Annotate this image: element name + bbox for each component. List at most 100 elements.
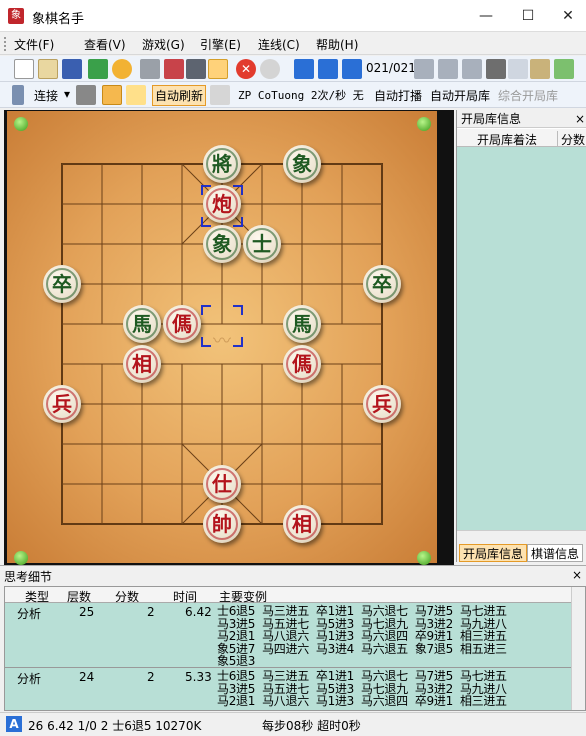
status-bar: A 26 6.42 1/0 2 士6退5 10270K 每步08秒 超时0秒 bbox=[0, 712, 586, 736]
piece-soldier[interactable]: 卒 bbox=[363, 265, 401, 303]
menu-view[interactable]: 查看(V) bbox=[84, 36, 126, 53]
indicator-bottom-left-icon bbox=[14, 551, 28, 565]
menu-engine[interactable]: 引擎(E) bbox=[200, 36, 241, 53]
piece-soldier[interactable]: 兵 bbox=[363, 385, 401, 423]
analysis-panel: 思考细节 × 类型 层数 分数 时间 主要变例 分析 25 2 6.42 士6退… bbox=[0, 565, 586, 712]
piece-elephant[interactable]: 象 bbox=[283, 145, 321, 183]
refresh-icon[interactable] bbox=[210, 85, 230, 105]
move-marker bbox=[201, 305, 211, 315]
auto-opening-button[interactable]: 自动开局库 bbox=[430, 87, 490, 104]
next-move-icon[interactable] bbox=[414, 59, 434, 79]
prev-move-icon[interactable] bbox=[342, 59, 362, 79]
settings-icon[interactable] bbox=[554, 59, 574, 79]
menu-bar: 文件(F) 查看(V) 游戏(G) 引擎(E) 连线(C) 帮助(H) bbox=[0, 33, 586, 55]
piece-elephant[interactable]: 象 bbox=[203, 225, 241, 263]
board-frame: 〰 將 象 炮 象 士 卒 卒 馬 傌 馬 相 傌 兵 兵 仕 帥 相 bbox=[4, 110, 454, 565]
tab-game-info[interactable]: 棋谱信息 bbox=[527, 544, 584, 562]
piece-horse[interactable]: 馬 bbox=[283, 305, 321, 343]
maximize-button[interactable]: ☐ bbox=[508, 4, 548, 28]
open-file-icon[interactable] bbox=[38, 59, 58, 79]
panel-tabs: 开局库信息 棋谱信息 bbox=[457, 544, 586, 562]
auto-refresh-button[interactable]: 自动刷新 bbox=[152, 85, 207, 106]
bulb-icon[interactable] bbox=[102, 85, 122, 105]
chevron-down-icon[interactable]: ▾ bbox=[64, 87, 70, 101]
row-score: 2 bbox=[147, 605, 155, 619]
status-badge: A bbox=[6, 716, 22, 732]
row-score: 2 bbox=[147, 670, 155, 684]
col-opening-move[interactable]: 开局库着法 bbox=[477, 131, 537, 148]
last-move-icon[interactable] bbox=[462, 59, 482, 79]
piece-general[interactable]: 帥 bbox=[203, 505, 241, 543]
piece-advisor[interactable]: 仕 bbox=[203, 465, 241, 503]
piece-soldier[interactable]: 兵 bbox=[43, 385, 81, 423]
row-variation: 士6退5 马三进五 卒1进1 马六退七 马7进5 马七进五 马3进5 马五进七 … bbox=[217, 669, 507, 708]
move-marker bbox=[201, 337, 211, 347]
col-opening-score[interactable]: 分数 bbox=[557, 131, 585, 148]
engine-status: ZP CoTuong 2次/秒 无 bbox=[238, 89, 364, 102]
puzzle-icon[interactable] bbox=[88, 59, 108, 79]
col-score[interactable]: 分数 bbox=[115, 588, 139, 605]
col-depth[interactable]: 层数 bbox=[67, 588, 91, 605]
col-type[interactable]: 类型 bbox=[25, 588, 49, 605]
save-icon[interactable] bbox=[62, 59, 82, 79]
paste-icon[interactable] bbox=[530, 59, 550, 79]
piece-horse[interactable]: 馬 bbox=[123, 305, 161, 343]
move-marker bbox=[233, 337, 243, 347]
chess-board[interactable]: 〰 將 象 炮 象 士 卒 卒 馬 傌 馬 相 傌 兵 兵 仕 帥 相 bbox=[7, 111, 437, 565]
main-toolbar: ✕ 021/021 bbox=[0, 56, 586, 82]
piece-cannon[interactable]: 炮 bbox=[203, 185, 241, 223]
prev-fast-icon[interactable] bbox=[318, 59, 338, 79]
opening-panel-title-text: 开局库信息 bbox=[461, 112, 522, 126]
flip-board-icon[interactable] bbox=[486, 59, 506, 79]
board-view-1-icon[interactable] bbox=[140, 59, 160, 79]
menu-help[interactable]: 帮助(H) bbox=[316, 36, 358, 53]
piece-elephant[interactable]: 相 bbox=[123, 345, 161, 383]
piece-horse[interactable]: 傌 bbox=[163, 305, 201, 343]
clock-icon[interactable] bbox=[112, 59, 132, 79]
search-icon[interactable] bbox=[208, 59, 228, 79]
engine-icon[interactable] bbox=[76, 85, 96, 105]
menu-online[interactable]: 连线(C) bbox=[258, 36, 300, 53]
move-counter: 021/021 bbox=[366, 61, 416, 75]
minimize-button[interactable]: — bbox=[466, 4, 506, 28]
stop-icon[interactable]: ✕ bbox=[236, 59, 256, 79]
next-fast-icon[interactable] bbox=[438, 59, 458, 79]
table-row[interactable]: 分析 24 2 5.33 士6退5 马三进五 卒1进1 马六退七 马7进5 马七… bbox=[5, 669, 585, 711]
board-view-2-icon[interactable] bbox=[164, 59, 184, 79]
opening-table-body[interactable] bbox=[457, 147, 586, 530]
connect-button[interactable]: 连接 bbox=[34, 87, 58, 104]
undo-icon[interactable] bbox=[260, 59, 280, 79]
row-depth: 24 bbox=[79, 670, 95, 684]
magnifier-icon[interactable] bbox=[126, 85, 146, 105]
analysis-header: 类型 层数 分数 时间 主要变例 bbox=[5, 587, 585, 605]
piece-elephant[interactable]: 相 bbox=[283, 505, 321, 543]
vertical-scrollbar[interactable] bbox=[571, 587, 585, 710]
copy-icon[interactable] bbox=[508, 59, 528, 79]
indicator-top-right-icon bbox=[417, 117, 431, 131]
table-row[interactable]: 分析 25 2 6.42 士6退5 马三进五 卒1进1 马六退七 马7进5 马七… bbox=[5, 604, 585, 668]
col-variation[interactable]: 主要变例 bbox=[219, 588, 267, 605]
analysis-table: 类型 层数 分数 时间 主要变例 分析 25 2 6.42 士6退5 马三进五 … bbox=[4, 586, 586, 711]
auto-play-button[interactable]: 自动打播 bbox=[374, 87, 422, 104]
close-icon[interactable]: × bbox=[575, 110, 585, 128]
piece-advisor[interactable]: 士 bbox=[243, 225, 281, 263]
combined-opening-button[interactable]: 综合开局库 bbox=[498, 87, 558, 104]
menu-game[interactable]: 游戏(G) bbox=[142, 36, 185, 53]
piece-general[interactable]: 將 bbox=[203, 145, 241, 183]
title-bar: 象 象棋名手 — ☐ ✕ bbox=[0, 0, 586, 32]
tab-opening-info[interactable]: 开局库信息 bbox=[459, 544, 528, 562]
move-marker bbox=[233, 305, 243, 315]
menu-file[interactable]: 文件(F) bbox=[14, 36, 54, 53]
close-icon[interactable]: × bbox=[572, 568, 582, 582]
window-title: 象棋名手 bbox=[32, 12, 85, 27]
col-time[interactable]: 时间 bbox=[173, 588, 197, 605]
board-view-3-icon[interactable] bbox=[186, 59, 206, 79]
horizontal-scrollbar[interactable] bbox=[457, 530, 586, 544]
piece-horse[interactable]: 傌 bbox=[283, 345, 321, 383]
new-file-icon[interactable] bbox=[14, 59, 34, 79]
row-depth: 25 bbox=[79, 605, 95, 619]
row-type: 分析 bbox=[17, 607, 42, 621]
close-button[interactable]: ✕ bbox=[548, 4, 586, 28]
first-move-icon[interactable] bbox=[294, 59, 314, 79]
piece-soldier[interactable]: 卒 bbox=[43, 265, 81, 303]
